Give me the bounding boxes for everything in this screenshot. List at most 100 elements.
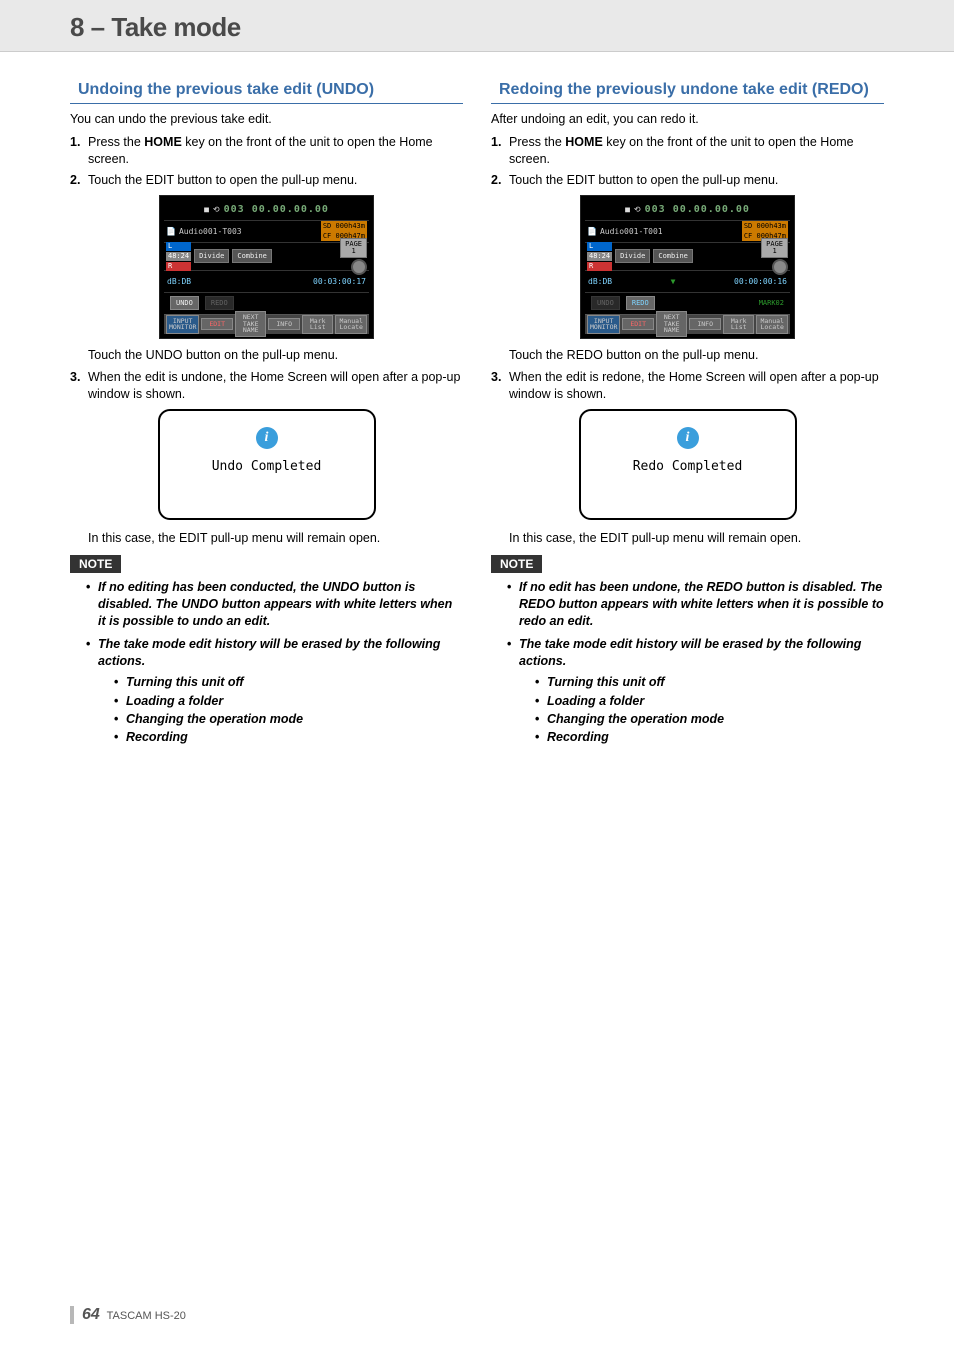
file-name: Audio001-T001 xyxy=(600,227,663,236)
redo-device-figure: ■⟲ 003 00.00.00.00 📄 Audio001-T001 SD 00… xyxy=(491,195,884,339)
step-number: 1 xyxy=(491,134,509,168)
step-number: 2 xyxy=(70,172,88,189)
undo-steps-cont: 3 When the edit is undone, the Home Scre… xyxy=(70,369,463,403)
next-take-name-button[interactable]: NEXT TAKE NAME xyxy=(235,311,267,337)
sub-item: Turning this unit off xyxy=(116,673,463,691)
db-label: dB:DB xyxy=(167,277,191,286)
screen-button-row: L 48:24 R Divide Combine PAGE 1 xyxy=(585,242,790,270)
undo-device-figure: ■⟲ 003 00.00.00.00 📄 Audio001-T003 SD 00… xyxy=(70,195,463,339)
step-text: When the edit is undone, the Home Screen… xyxy=(88,369,463,403)
redo-button: REDO xyxy=(205,296,234,310)
screen-timeline-row: dB:DB ▼ 00:00:00:16 xyxy=(585,270,790,292)
text: Press the xyxy=(509,135,565,149)
jog-knob-icon[interactable] xyxy=(351,259,367,275)
db-label: dB:DB xyxy=(588,277,612,286)
redo-popup-figure: i Redo Completed xyxy=(491,409,884,520)
edit-button[interactable]: EDIT xyxy=(622,318,654,331)
step-text: When the edit is redone, the Home Screen… xyxy=(509,369,884,403)
mark-label: MARK02 xyxy=(759,299,784,307)
step-text: Press the HOME key on the front of the u… xyxy=(88,134,463,168)
chapter-title: 8 – Take mode xyxy=(70,12,884,43)
sub-item: Loading a folder xyxy=(116,692,463,710)
redo-steps-cont: 3 When the edit is redone, the Home Scre… xyxy=(491,369,884,403)
l-label: L xyxy=(166,242,191,251)
input-monitor-button[interactable]: INPUT MONITOR xyxy=(166,315,199,334)
sd-badge: SD 000h43m xyxy=(321,221,367,231)
screen-timecode-row: ■⟲ 003 00.00.00.00 xyxy=(164,200,369,220)
r-label: R xyxy=(166,262,191,271)
redo-after-popup: In this case, the EDIT pull-up menu will… xyxy=(509,530,884,547)
popup-dialog: i Redo Completed xyxy=(579,409,797,520)
redo-step-1: 1 Press the HOME key on the front of the… xyxy=(491,134,884,168)
l-label: L xyxy=(587,242,612,251)
undo-step-2: 2 Touch the EDIT button to open the pull… xyxy=(70,172,463,189)
gain-label: 48:24 xyxy=(166,252,191,261)
mark-list-button[interactable]: Mark List xyxy=(723,315,755,334)
step-number: 1 xyxy=(70,134,88,168)
redo-button[interactable]: REDO xyxy=(626,296,655,310)
sd-badge: SD 000h43m xyxy=(742,221,788,231)
timecode: 003 00.00.00.00 xyxy=(645,204,750,215)
input-monitor-button[interactable]: INPUT MONITOR xyxy=(587,315,620,334)
divide-button[interactable]: Divide xyxy=(615,249,650,263)
combine-button[interactable]: Combine xyxy=(653,249,693,263)
page-indicator: PAGE 1 xyxy=(761,238,788,258)
sub-item: Changing the operation mode xyxy=(116,710,463,728)
file-name: Audio001-T003 xyxy=(179,227,242,236)
popup-message: Redo Completed xyxy=(591,459,785,474)
position-timecode: 00:03:00:17 xyxy=(313,277,366,286)
device-screen: ■⟲ 003 00.00.00.00 📄 Audio001-T001 SD 00… xyxy=(580,195,795,339)
redo-steps: 1 Press the HOME key on the front of the… xyxy=(491,134,884,189)
screen-bottom-bar: INPUT MONITOR EDIT NEXT TAKE NAME INFO M… xyxy=(585,314,790,334)
redo-note-sublist: Turning this unit off Loading a folder C… xyxy=(537,673,884,746)
info-icon: i xyxy=(677,427,699,449)
note-item: If no editing has been conducted, the UN… xyxy=(88,579,463,630)
redo-column: Redoing the previously undone take edit … xyxy=(491,80,884,752)
manual-locate-button[interactable]: Manual Locate xyxy=(756,315,788,334)
home-key-label: HOME xyxy=(144,135,182,149)
step-text: Touch the EDIT button to open the pull-u… xyxy=(88,172,463,189)
sub-item: Recording xyxy=(116,728,463,746)
undo-column: Undoing the previous take edit (UNDO) Yo… xyxy=(70,80,463,752)
page-number: 64 xyxy=(82,1306,100,1323)
undo-steps: 1 Press the HOME key on the front of the… xyxy=(70,134,463,189)
undo-after-fig: Touch the UNDO button on the pull-up men… xyxy=(88,347,463,364)
redo-heading: Redoing the previously undone take edit … xyxy=(491,80,884,104)
jog-knob-icon[interactable] xyxy=(772,259,788,275)
home-key-label: HOME xyxy=(565,135,603,149)
sub-item: Loading a folder xyxy=(537,692,884,710)
product-name: TASCAM HS-20 xyxy=(107,1310,186,1322)
undo-intro: You can undo the previous take edit. xyxy=(70,111,463,128)
undo-button[interactable]: UNDO xyxy=(170,296,199,310)
manual-locate-button[interactable]: Manual Locate xyxy=(335,315,367,334)
combine-button[interactable]: Combine xyxy=(232,249,272,263)
note-item: The take mode edit history will be erase… xyxy=(88,636,463,746)
undo-popup-figure: i Undo Completed xyxy=(70,409,463,520)
note-badge: NOTE xyxy=(491,555,542,573)
edit-button[interactable]: EDIT xyxy=(201,318,233,331)
next-take-name-button[interactable]: NEXT TAKE NAME xyxy=(656,311,688,337)
undo-heading: Undoing the previous take edit (UNDO) xyxy=(70,80,463,104)
page-indicator: PAGE 1 xyxy=(340,238,367,258)
divide-button[interactable]: Divide xyxy=(194,249,229,263)
screen-timeline-row: dB:DB 00:03:00:17 xyxy=(164,270,369,292)
text: The take mode edit history will be erase… xyxy=(519,637,861,668)
screen-timecode-row: ■⟲ 003 00.00.00.00 xyxy=(585,200,790,220)
step-number: 3 xyxy=(70,369,88,403)
mark-list-button[interactable]: Mark List xyxy=(302,315,334,334)
main-content: Undoing the previous take edit (UNDO) Yo… xyxy=(0,80,954,752)
position-timecode: 00:00:00:16 xyxy=(734,277,787,286)
device-screen: ■⟲ 003 00.00.00.00 📄 Audio001-T003 SD 00… xyxy=(159,195,374,339)
sub-item: Recording xyxy=(537,728,884,746)
info-icon: i xyxy=(256,427,278,449)
sub-item: Turning this unit off xyxy=(537,673,884,691)
note-item: The take mode edit history will be erase… xyxy=(509,636,884,746)
step-number: 2 xyxy=(491,172,509,189)
r-label: R xyxy=(587,262,612,271)
text: The take mode edit history will be erase… xyxy=(98,637,440,668)
page-footer: 64 TASCAM HS-20 xyxy=(70,1306,186,1324)
timecode: 003 00.00.00.00 xyxy=(224,204,329,215)
step-number: 3 xyxy=(491,369,509,403)
info-button[interactable]: INFO xyxy=(689,318,721,331)
info-button[interactable]: INFO xyxy=(268,318,300,331)
